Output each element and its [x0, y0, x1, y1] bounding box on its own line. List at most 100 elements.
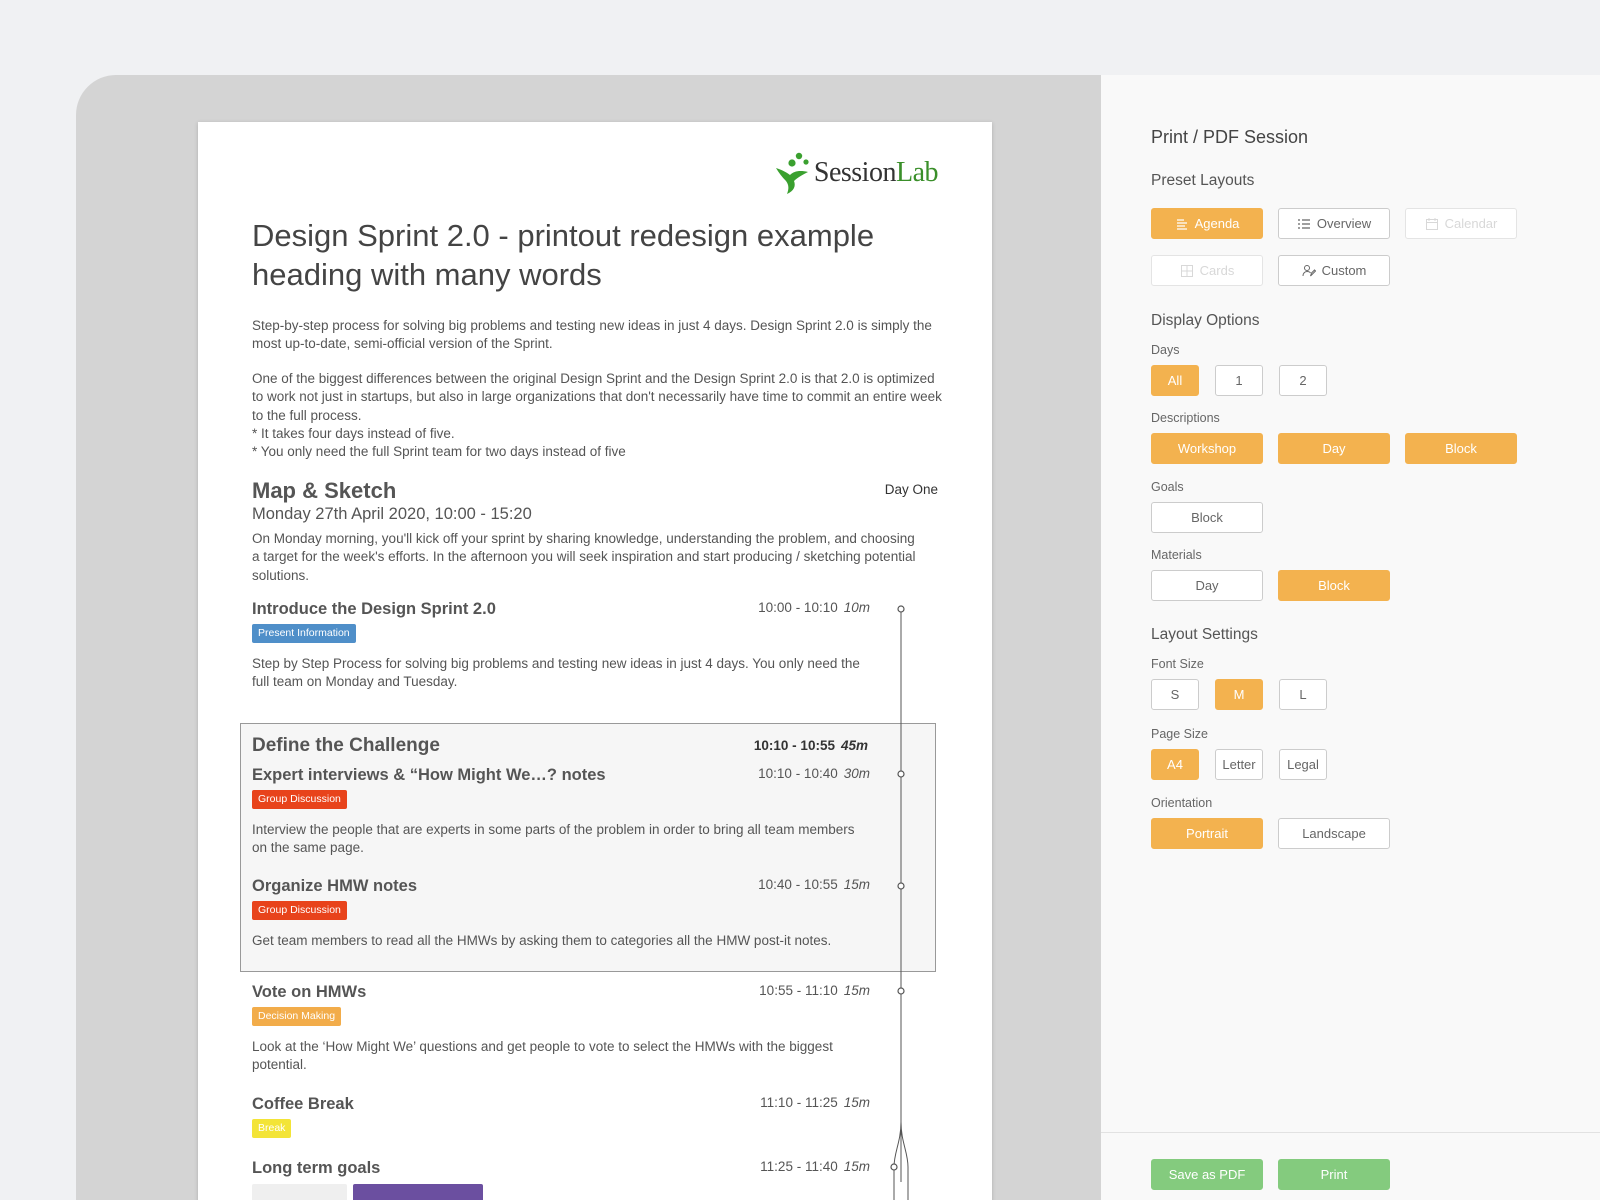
- layout-custom-button[interactable]: Custom: [1278, 255, 1390, 286]
- agenda-item-time-range: 10:55 - 11:10: [759, 983, 838, 998]
- font-size-label: Font Size: [1151, 657, 1204, 671]
- agenda-item: Coffee Break 11:10 - 11:25 15m Break: [252, 1095, 870, 1138]
- block-title: Define the Challenge: [252, 735, 440, 756]
- display-options-heading: Display Options: [1151, 312, 1260, 329]
- layout-settings-heading: Layout Settings: [1151, 626, 1258, 643]
- days-1-button[interactable]: 1: [1215, 365, 1263, 396]
- agenda-item-time: 11:10 - 11:25 15m: [760, 1095, 870, 1110]
- agenda-item: Expert interviews & “How Might We…? note…: [252, 766, 870, 858]
- agenda-item-time-range: 10:10 - 10:40: [758, 766, 838, 781]
- agenda-item-description: Step by Step Process for solving big pro…: [252, 656, 860, 690]
- agenda-item-duration: 15m: [843, 1159, 870, 1174]
- agenda-item-time: 10:55 - 11:10 15m: [759, 983, 870, 998]
- day-description: On Monday morning, you'll kick off your …: [252, 531, 916, 583]
- agenda-item: Organize HMW notes 10:40 - 10:55 15m Grou…: [252, 877, 870, 950]
- method-tag: Decision Making: [252, 1007, 342, 1026]
- calendar-icon: [1425, 217, 1438, 230]
- page-size-letter-button[interactable]: Letter: [1215, 749, 1263, 780]
- layout-custom-label: Custom: [1321, 263, 1367, 278]
- page-size-legal-button[interactable]: Legal: [1279, 749, 1327, 780]
- day-header: Map & Sketch Day One Monday 27th April 2…: [252, 478, 938, 585]
- page-size-label: Page Size: [1151, 727, 1208, 741]
- agenda-item-time: 10:10 - 10:40 30m: [758, 766, 870, 781]
- timeline-dot: [897, 605, 905, 613]
- agenda-item-time-range: 11:25 - 11:40: [760, 1159, 838, 1174]
- agenda-item: Vote on HMWs 10:55 - 11:10 15m Decision M…: [252, 983, 870, 1075]
- agenda-item-description: Look at the ‘How Might We’ questions and…: [252, 1039, 833, 1073]
- intro-bullet-1: * It takes four days instead of five.: [252, 425, 455, 441]
- print-preview-page: SessionLab Design Sprint 2.0 - printout …: [198, 122, 992, 1200]
- orientation-portrait-button[interactable]: Portrait: [1151, 818, 1263, 849]
- agenda-item: Introduce the Design Sprint 2.0 10:00 - …: [252, 600, 870, 692]
- layout-agenda-button[interactable]: Agenda: [1151, 208, 1263, 239]
- logo-text-accent: Lab: [895, 157, 939, 188]
- descriptions-label: Descriptions: [1151, 411, 1220, 425]
- font-size-s-button[interactable]: S: [1151, 679, 1199, 710]
- agenda-icon: [1176, 218, 1187, 230]
- layout-calendar-label: Calendar: [1444, 216, 1498, 231]
- agenda-item-duration: 10m: [843, 600, 870, 615]
- materials-day-button[interactable]: Day: [1151, 570, 1263, 601]
- sessionlab-logo-text: SessionLab: [813, 157, 939, 189]
- layout-cards-label: Cards: [1199, 263, 1235, 278]
- method-tag: [252, 1184, 347, 1200]
- panel-footer: Save as PDF Print: [1101, 1132, 1600, 1200]
- method-tag: Present Information: [252, 624, 356, 643]
- days-all-button[interactable]: All: [1151, 365, 1199, 396]
- descriptions-block-button[interactable]: Block: [1405, 433, 1517, 464]
- font-size-l-button[interactable]: L: [1279, 679, 1327, 710]
- panel-title: Print / PDF Session: [1151, 127, 1309, 147]
- materials-block-button[interactable]: Block: [1278, 570, 1390, 601]
- descriptions-day-button[interactable]: Day: [1278, 433, 1390, 464]
- agenda-item-time: 11:25 - 11:40 15m: [760, 1159, 870, 1174]
- orientation-landscape-button[interactable]: Landscape: [1278, 818, 1390, 849]
- intro-paragraph-1: Step-by-step process for solving big pro…: [252, 318, 932, 352]
- day-label: Day One: [884, 482, 938, 497]
- intro-text: One of the biggest differences between t…: [252, 371, 942, 423]
- agenda-item-duration: 15m: [843, 1095, 870, 1110]
- goals-block-button[interactable]: Block: [1151, 502, 1263, 533]
- method-tag: Group Discussion: [252, 901, 347, 920]
- day-date: Monday 27th April 2020, 10:00 - 15:20: [252, 505, 532, 523]
- list-icon: [1297, 218, 1310, 229]
- page-size-a4-button[interactable]: A4: [1151, 749, 1199, 780]
- grid-icon: [1180, 264, 1193, 277]
- agenda-item-time-range: 11:10 - 11:25: [760, 1095, 838, 1110]
- method-tag: [353, 1184, 483, 1200]
- tag-row: [252, 1184, 870, 1200]
- materials-label: Materials: [1151, 548, 1202, 562]
- agenda-item-duration: 15m: [843, 983, 870, 998]
- sessionlab-logo: SessionLab: [772, 150, 939, 196]
- agenda-item: Long term goals 11:25 - 11:40 15m: [252, 1159, 870, 1200]
- agenda-item-time: 10:40 - 10:55 15m: [758, 877, 870, 892]
- layout-calendar-button[interactable]: Calendar: [1405, 208, 1517, 239]
- descriptions-workshop-button[interactable]: Workshop: [1151, 433, 1263, 464]
- goals-label: Goals: [1151, 480, 1184, 494]
- sessionlab-logo-icon: [775, 152, 809, 194]
- agenda-item-description: Interview the people that are experts in…: [252, 822, 855, 856]
- agenda-item-description: Get team members to read all the HMWs by…: [252, 933, 832, 948]
- agenda-item-time-range: 10:40 - 10:55: [758, 877, 838, 892]
- agenda-item-duration: 15m: [843, 877, 870, 892]
- method-tag: Group Discussion: [252, 790, 347, 809]
- layout-overview-button[interactable]: Overview: [1278, 208, 1390, 239]
- print-button[interactable]: Print: [1278, 1159, 1390, 1190]
- agenda-item-duration: 30m: [843, 766, 870, 781]
- layout-cards-button[interactable]: Cards: [1151, 255, 1263, 286]
- block-time-range: 10:10 - 10:55: [753, 738, 835, 753]
- layout-agenda-label: Agenda: [1194, 216, 1240, 231]
- timeline-dot: [897, 987, 905, 995]
- timeline-dot: [890, 1163, 898, 1171]
- layout-overview-label: Overview: [1316, 216, 1372, 231]
- save-as-pdf-button[interactable]: Save as PDF: [1151, 1159, 1263, 1190]
- block-time: 10:10 - 10:55 45m: [754, 738, 868, 753]
- intro-paragraph-2: One of the biggest differences between t…: [252, 370, 942, 461]
- days-2-button[interactable]: 2: [1279, 365, 1327, 396]
- logo-text-main: Session: [813, 157, 897, 188]
- user-edit-icon: [1302, 264, 1316, 276]
- intro-bullet-2: * You only need the full Sprint team for…: [252, 444, 626, 460]
- days-label: Days: [1151, 343, 1180, 357]
- block-duration: 45m: [840, 738, 868, 753]
- font-size-m-button[interactable]: M: [1215, 679, 1263, 710]
- block-header: Define the Challenge 10:10 - 10:55 45m: [252, 735, 868, 757]
